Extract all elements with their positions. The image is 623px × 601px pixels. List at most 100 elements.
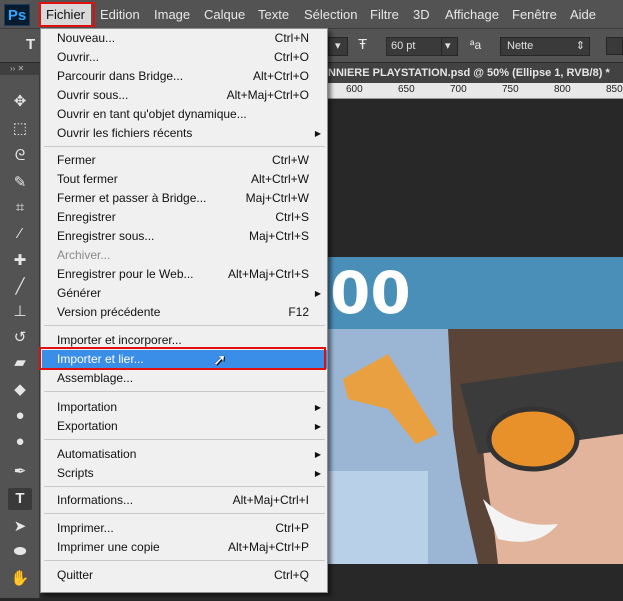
menu-item-automatisation[interactable]: Automatisation ▶ <box>42 445 327 464</box>
menu-item-version-precedente[interactable]: Version précédente F12 <box>42 303 327 322</box>
menu-filtre[interactable]: Filtre <box>364 4 405 26</box>
menu-item-ouvrir-sous[interactable]: Ouvrir sous... Alt+Maj+Ctrl+O <box>42 86 327 105</box>
menu-item-fermer-bridge[interactable]: Fermer et passer à Bridge... Maj+Ctrl+W <box>42 189 327 208</box>
menu-item-archiver: Archiver... <box>42 246 327 265</box>
dodge-tool-icon[interactable]: ● <box>8 431 32 453</box>
brush-tool-icon[interactable]: ╱ <box>8 276 32 298</box>
document-canvas[interactable] <box>328 99 623 598</box>
ruler-label: 800 <box>554 84 571 95</box>
blur-tool-icon[interactable]: ● <box>8 405 32 427</box>
menu-item-imprimer[interactable]: Imprimer... Ctrl+P <box>42 519 327 538</box>
menu-item-nouveau[interactable]: Nouveau... Ctrl+N <box>42 29 327 48</box>
menu-item-enregistrer-web[interactable]: Enregistrer pour le Web... Alt+Maj+Ctrl+S <box>42 265 327 284</box>
font-size-dropdown[interactable]: ▾ <box>441 37 458 56</box>
menu-item-shortcut: Ctrl+P <box>275 521 309 535</box>
menu-item-quitter[interactable]: Quitter Ctrl+Q <box>42 566 327 585</box>
menu-item-ouvrir[interactable]: Ouvrir... Ctrl+O <box>42 48 327 67</box>
document-tab[interactable]: NNIERE PLAYSTATION.psd @ 50% (Ellipse 1,… <box>328 63 623 83</box>
ellipse-tool-icon[interactable]: ⬬ <box>8 541 32 563</box>
menu-item-shortcut: Alt+Maj+Ctrl+P <box>227 540 309 554</box>
clone-stamp-tool-icon[interactable]: ⊥ <box>8 301 32 323</box>
menu-item-fichiers-recents[interactable]: Ouvrir les fichiers récents ▶ <box>42 124 327 143</box>
canvas-goggle-lens <box>486 406 580 472</box>
toolbox: ›› ✕ ✥ ⬚ ᘓ ✎ ⌗ ⁄ ✚ ╱ ⊥ ↺ ▰ ◆ ● ● ✒ T ➤ ⬬… <box>0 63 40 598</box>
toolbox-grip[interactable]: ›› ✕ <box>0 63 40 75</box>
mouse-pointer-icon: ➚ <box>213 352 227 369</box>
submenu-arrow-icon: ▶ <box>314 450 321 459</box>
menu-item-label: Automatisation <box>57 447 137 461</box>
paint-bucket-tool-icon[interactable]: ◆ <box>8 379 32 401</box>
eyedropper-tool-icon[interactable]: ⁄ <box>8 223 32 245</box>
menu-fenetre[interactable]: Fenêtre <box>506 4 563 26</box>
eraser-tool-icon[interactable]: ▰ <box>8 352 32 374</box>
lasso-tool-icon[interactable]: ᘓ <box>8 145 32 167</box>
horizontal-ruler: 600 650 700 750 800 850 <box>328 83 623 99</box>
menu-item-enregistrer[interactable]: Enregistrer Ctrl+S <box>42 208 327 227</box>
pen-tool-icon[interactable]: ✒ <box>8 461 32 483</box>
menu-item-label: Enregistrer <box>57 210 116 224</box>
menu-image[interactable]: Image <box>148 4 196 26</box>
menu-item-shortcut: Ctrl+W <box>272 153 309 167</box>
menu-item-label: Quitter <box>57 568 94 582</box>
menu-item-parcourir-bridge[interactable]: Parcourir dans Bridge... Alt+Ctrl+O <box>42 67 327 86</box>
type-tool-icon[interactable]: T <box>8 488 32 510</box>
path-selection-tool-icon[interactable]: ➤ <box>8 516 32 538</box>
menu-calque[interactable]: Calque <box>198 4 251 26</box>
menu-item-shortcut: Alt+Maj+Ctrl+S <box>227 267 309 281</box>
hand-tool-icon[interactable]: ✋ <box>8 568 32 590</box>
menu-item-label: Exportation <box>57 419 118 433</box>
menu-item-imprimer-copie[interactable]: Imprimer une copie Alt+Maj+Ctrl+P <box>42 538 327 557</box>
antialias-icon: ªa <box>470 38 482 52</box>
menu-item-label: Fermer et passer à Bridge... <box>57 191 207 205</box>
menu-separator <box>44 486 325 487</box>
menu-item-importation[interactable]: Importation ▶ <box>42 398 327 417</box>
menu-item-label: Ouvrir en tant qu'objet dynamique... <box>57 107 247 121</box>
ruler-label: 600 <box>346 84 363 95</box>
healing-brush-tool-icon[interactable]: ✚ <box>8 250 32 272</box>
menu-item-label: Importation <box>57 400 118 414</box>
menu-affichage[interactable]: Affichage <box>439 4 505 26</box>
highlight-box-importer-lier <box>39 347 326 370</box>
crop-tool-icon[interactable]: ⌗ <box>8 197 32 219</box>
canvas-artwork <box>328 257 623 564</box>
menu-item-label: Nouveau... <box>57 31 116 45</box>
menu-separator <box>44 513 325 514</box>
text-tool-preset-icon[interactable]: T <box>26 36 35 53</box>
ruler-label: 750 <box>502 84 519 95</box>
menu-item-shortcut: Alt+Maj+Ctrl+O <box>226 88 309 102</box>
menu-item-generer[interactable]: Générer ▶ <box>42 284 327 303</box>
menu-item-ouvrir-objet-dynamique[interactable]: Ouvrir en tant qu'objet dynamique... <box>42 105 327 124</box>
move-tool-icon[interactable]: ✥ <box>8 91 32 113</box>
menu-texte[interactable]: Texte <box>252 4 295 26</box>
menu-item-exportation[interactable]: Exportation ▶ <box>42 417 327 436</box>
menu-item-tout-fermer[interactable]: Tout fermer Alt+Ctrl+W <box>42 170 327 189</box>
font-style-dropdown[interactable]: ▾ <box>328 37 348 56</box>
menu-item-shortcut: Ctrl+N <box>274 31 309 45</box>
history-brush-tool-icon[interactable]: ↺ <box>8 327 32 349</box>
ruler-label: 700 <box>450 84 467 95</box>
menu-item-shortcut: Ctrl+Q <box>273 568 309 582</box>
menu-item-informations[interactable]: Informations... Alt+Maj+Ctrl+I <box>42 491 327 510</box>
menu-item-enregistrer-sous[interactable]: Enregistrer sous... Maj+Ctrl+S <box>42 227 327 246</box>
quick-selection-tool-icon[interactable]: ✎ <box>8 172 32 194</box>
align-left-icon[interactable] <box>606 37 623 55</box>
menu-item-shortcut: Alt+Ctrl+O <box>252 69 309 83</box>
menu-edition[interactable]: Edition <box>94 4 146 26</box>
menu-3d[interactable]: 3D <box>407 4 436 26</box>
menu-item-shortcut: Ctrl+S <box>275 210 309 224</box>
menu-item-label: Enregistrer sous... <box>57 229 155 243</box>
menu-item-label: Archiver... <box>57 248 111 262</box>
menu-item-label: Tout fermer <box>57 172 118 186</box>
menu-separator <box>44 560 325 561</box>
menu-item-label: Ouvrir... <box>57 50 100 64</box>
menu-item-scripts[interactable]: Scripts ▶ <box>42 464 327 483</box>
menu-item-shortcut: Maj+Ctrl+W <box>245 191 309 205</box>
menu-selection[interactable]: Sélection <box>298 4 363 26</box>
menu-aide[interactable]: Aide <box>564 4 602 26</box>
marquee-tool-icon[interactable]: ⬚ <box>8 118 32 140</box>
antialias-select[interactable]: Nette ⇕ <box>500 37 590 56</box>
menu-item-fermer[interactable]: Fermer Ctrl+W <box>42 151 327 170</box>
file-menu-dropdown: Nouveau... Ctrl+N Ouvrir... Ctrl+O Parcour… <box>40 28 328 593</box>
menu-item-assemblage[interactable]: Assemblage... <box>42 369 327 388</box>
submenu-arrow-icon: ▶ <box>314 469 321 478</box>
